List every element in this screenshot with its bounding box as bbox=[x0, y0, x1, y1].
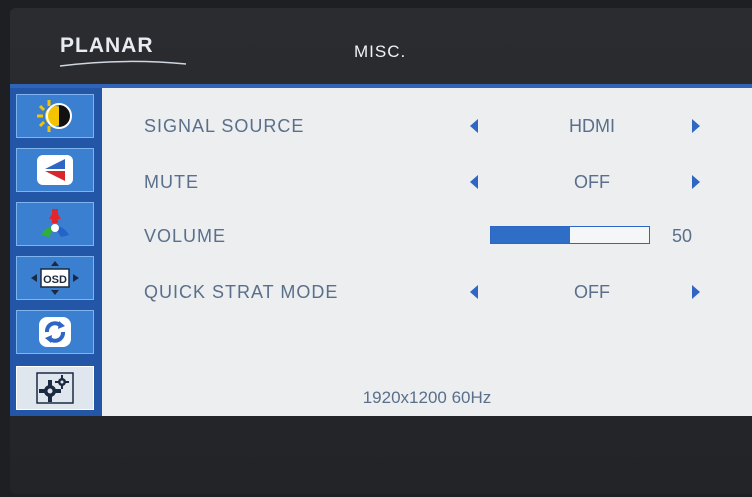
brightness-contrast-icon bbox=[37, 100, 72, 132]
volume-slider-fill bbox=[491, 227, 570, 243]
sidebar: OSD bbox=[10, 88, 102, 416]
volume-slider[interactable] bbox=[490, 226, 650, 244]
osd-header: PLANAR MISC. bbox=[10, 8, 752, 84]
tab-misc[interactable] bbox=[16, 366, 94, 410]
arrow-left-icon[interactable] bbox=[470, 175, 478, 189]
menu-title: MISC. bbox=[354, 42, 407, 61]
setting-row-signal-source[interactable]: SIGNAL SOURCE HDMI bbox=[102, 106, 752, 146]
tab-luminance[interactable] bbox=[16, 94, 94, 138]
arrow-right-icon[interactable] bbox=[692, 119, 700, 133]
tab-osd[interactable]: OSD bbox=[16, 256, 94, 300]
osd-footer bbox=[10, 416, 752, 494]
arrow-left-icon[interactable] bbox=[470, 285, 478, 299]
setting-row-mute[interactable]: MUTE OFF bbox=[102, 162, 752, 202]
input-source-icon bbox=[37, 155, 73, 185]
reset-icon bbox=[39, 317, 71, 347]
tab-input-source[interactable] bbox=[16, 148, 94, 192]
monitor-screen: PLANAR MISC. OSD SIGNAL SOURCE HDMI MUTE… bbox=[10, 8, 752, 494]
svg-text:OSD: OSD bbox=[43, 274, 67, 286]
color-icon bbox=[41, 209, 69, 237]
setting-row-volume[interactable]: VOLUME 50 bbox=[102, 216, 752, 256]
setting-label: QUICK STRAT MODE bbox=[144, 282, 339, 302]
setting-row-quick-start-mode[interactable]: QUICK STRAT MODE OFF bbox=[102, 272, 752, 312]
tab-reset[interactable] bbox=[16, 310, 94, 354]
brand-logo: PLANAR bbox=[60, 34, 154, 57]
setting-label: VOLUME bbox=[144, 226, 227, 246]
setting-value: OFF bbox=[574, 282, 610, 302]
brand-swoosh-icon bbox=[59, 60, 187, 67]
arrow-left-icon[interactable] bbox=[470, 119, 478, 133]
arrow-right-icon[interactable] bbox=[692, 175, 700, 189]
settings-panel: SIGNAL SOURCE HDMI MUTE OFF VOLUME 50 QU… bbox=[102, 88, 752, 416]
volume-value: 50 bbox=[672, 226, 693, 246]
setting-value: OFF bbox=[574, 172, 610, 192]
arrow-right-icon[interactable] bbox=[692, 285, 700, 299]
osd-settings-icon: OSD bbox=[31, 261, 79, 295]
resolution-status: 1920x1200 60Hz bbox=[362, 388, 492, 407]
tab-color[interactable] bbox=[16, 202, 94, 246]
misc-settings-icon bbox=[36, 372, 74, 404]
setting-label: SIGNAL SOURCE bbox=[144, 116, 305, 136]
setting-label: MUTE bbox=[144, 172, 199, 192]
setting-value: HDMI bbox=[569, 116, 615, 136]
